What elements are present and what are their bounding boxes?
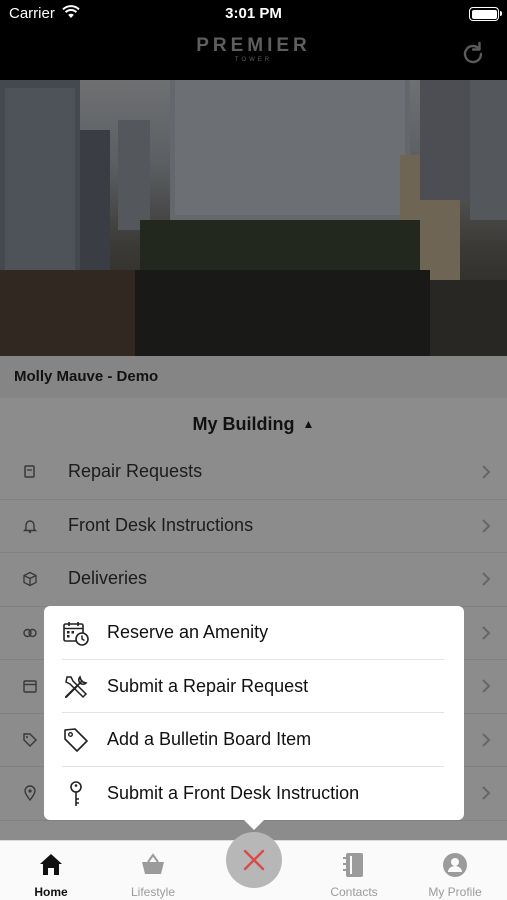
quick-action-menu: Reserve an Amenity Submit a Repair Reque… — [44, 606, 464, 830]
menu-item-label: Submit a Repair Request — [107, 675, 309, 696]
menu-item-bulletin-board[interactable]: Add a Bulletin Board Item — [44, 713, 464, 767]
tools-icon — [64, 675, 88, 698]
logo-main-text: PREMIER — [196, 35, 311, 56]
close-menu-button[interactable] — [226, 832, 282, 888]
menu-item-reserve-amenity[interactable]: Reserve an Amenity — [44, 606, 464, 660]
menu-item-front-desk-instruction[interactable]: Submit a Front Desk Instruction — [44, 767, 464, 821]
tab-label: Lifestyle — [130, 885, 176, 899]
status-time: 3:01 PM — [225, 5, 282, 22]
tab-label: Contacts — [330, 885, 378, 899]
app-logo: PREMIER TOWER — [0, 36, 507, 64]
battery-icon — [469, 7, 502, 21]
tab-contacts[interactable]: Contacts — [304, 841, 404, 900]
home-icon — [40, 854, 62, 875]
calendar-clock-icon — [63, 622, 89, 646]
tab-lifestyle[interactable]: Lifestyle — [103, 841, 203, 900]
address-book-icon — [343, 853, 363, 877]
basket-icon — [142, 853, 164, 874]
tab-label: My Profile — [428, 885, 482, 899]
tag-icon — [64, 728, 88, 752]
close-icon — [243, 849, 265, 871]
logo-sub-text: TOWER — [234, 57, 273, 63]
menu-item-label: Reserve an Amenity — [107, 622, 269, 642]
refresh-icon[interactable] — [459, 40, 487, 68]
status-bar: Carrier 3:01 PM — [0, 0, 507, 28]
key-icon — [70, 780, 82, 806]
person-icon — [443, 853, 467, 877]
nav-bar: PREMIER TOWER — [0, 28, 507, 80]
menu-item-label: Add a Bulletin Board Item — [107, 729, 312, 749]
tab-home[interactable]: Home — [1, 841, 101, 900]
menu-item-repair-request[interactable]: Submit a Repair Request — [44, 660, 464, 713]
menu-item-label: Submit a Front Desk Instruction — [107, 782, 360, 803]
tab-label: Home — [34, 885, 68, 899]
tab-my-profile[interactable]: My Profile — [405, 841, 505, 900]
